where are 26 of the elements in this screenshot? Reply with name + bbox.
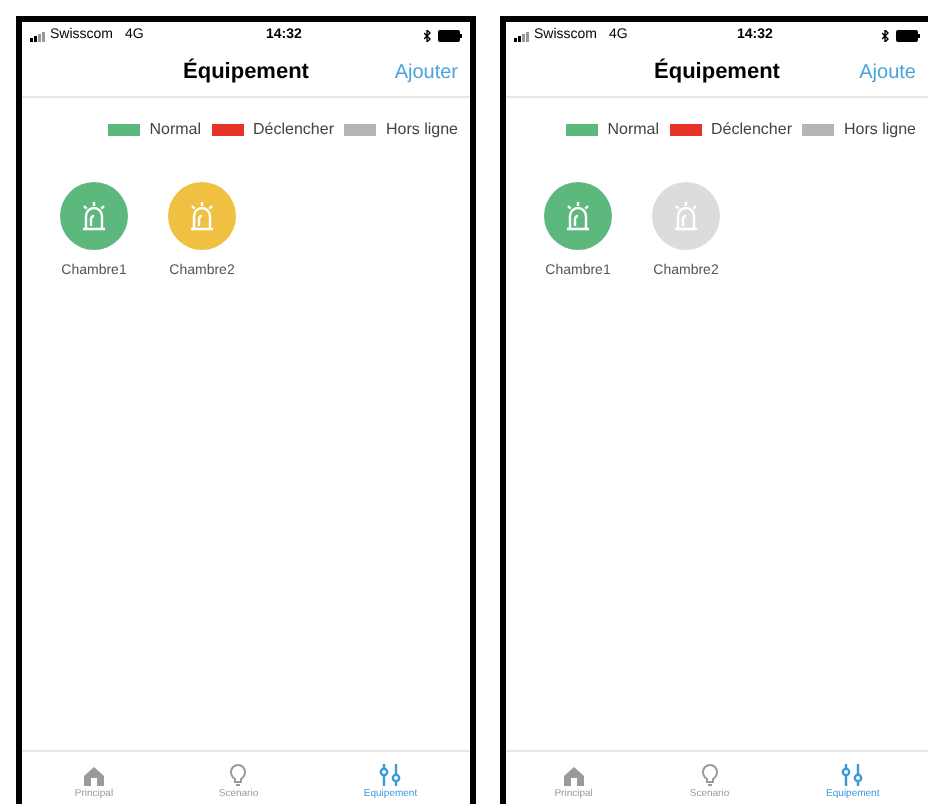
bluetooth-icon [881, 30, 890, 42]
legend-label: Hors ligne [385, 118, 458, 142]
device-button[interactable] [60, 182, 128, 250]
sliders-icon [840, 764, 865, 786]
add-button[interactable]: Ajoute [859, 58, 916, 88]
screen-title: Équipement [183, 56, 309, 89]
legend-label: Déclencher [253, 118, 334, 142]
device-button[interactable] [168, 182, 236, 250]
signal-icon [30, 31, 46, 41]
legend-label: Déclencher [711, 118, 792, 142]
add-button[interactable]: Ajouter [394, 58, 458, 88]
screen-title: Équipement [654, 56, 780, 89]
bluetooth-icon [423, 30, 432, 42]
signal-icon [514, 31, 530, 41]
legend-label: Normal [607, 118, 660, 142]
sliders-icon [378, 764, 403, 786]
battery-icon [437, 30, 462, 42]
legend-label: Normal [149, 118, 202, 142]
legend-label: Hors ligne [843, 118, 916, 142]
battery-icon [895, 30, 920, 42]
lightbulb-icon [701, 764, 718, 786]
home-icon [83, 766, 104, 786]
device-button[interactable] [544, 182, 612, 250]
device-button[interactable] [652, 182, 720, 250]
home-icon [563, 766, 584, 786]
lightbulb-icon [230, 764, 247, 786]
